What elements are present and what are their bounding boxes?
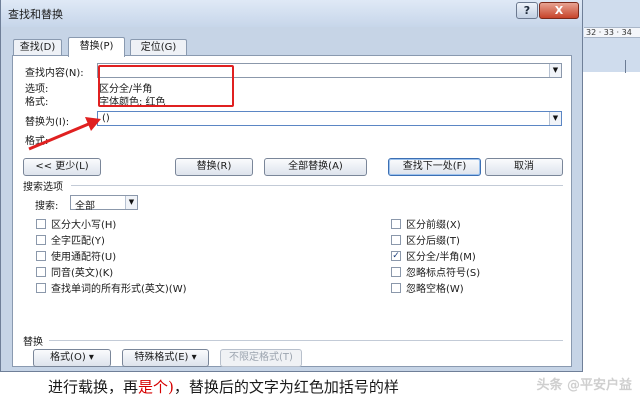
search-direction-select[interactable]: 全部 ▼ [70,195,138,212]
title-bar[interactable]: 查找和替换 ? X [1,0,582,27]
dialog-title: 查找和替换 [8,8,63,21]
checkbox[interactable] [391,266,401,277]
replace-all-button[interactable]: 全部替换(A) [264,158,367,176]
replace-with-combo[interactable]: () ▼ [97,111,562,126]
document-text-before: 进行载换，再 [48,378,139,396]
find-next-button[interactable]: 查找下一处(F) [388,158,481,176]
annotation-highlight-box [98,65,234,107]
checkbox-label: 区分前缀(X) [406,220,461,231]
ruler[interactable]: 32 · 33 · 34 [584,27,640,38]
tab-goto[interactable]: 定位(G) [130,39,187,56]
checkbox-sounds-like[interactable]: 同音(英文)(K) [36,264,113,279]
chevron-down-icon[interactable]: ▼ [549,64,561,77]
checkbox-checked[interactable]: ✓ [391,250,401,261]
replace-with-value: () [102,113,110,124]
checkbox-match-suffix[interactable]: 区分后缀(T) [391,232,460,247]
checkbox-ignore-whitespace[interactable]: 忽略空格(W) [391,280,464,295]
replace-panel: 查找内容(N): ▼ 选项: 区分全/半角 格式: 字体颜色: 红色 替换为(I… [12,55,572,367]
watermark: 头条 @平安户益 [536,378,632,393]
checkbox[interactable] [36,218,46,229]
format-button[interactable]: 格式(O) ▾ [33,349,111,367]
checkbox-match-case[interactable]: 区分大小写(H) [36,216,116,231]
help-button[interactable]: ? [516,2,538,19]
checkbox-label: 全字匹配(Y) [51,236,105,247]
find-replace-dialog: 查找和替换 ? X 查找(D) 替换(P) 定位(G) 查找内容(N): ▼ 选… [0,0,583,372]
search-direction-value: 全部 [75,201,95,212]
replace-section-title: 替换 [23,337,43,348]
checkbox-match-prefix[interactable]: 区分前缀(X) [391,216,461,231]
checkbox-all-word-forms[interactable]: 查找单词的所有形式(英文)(W) [36,280,187,295]
text-cursor [625,60,626,73]
checkbox-label: 查找单词的所有形式(英文)(W) [51,284,187,295]
chevron-down-icon[interactable]: ▼ [549,112,561,125]
tab-find[interactable]: 查找(D) [13,39,62,56]
checkbox[interactable] [36,234,46,245]
replace-format-label: 格式: [25,136,49,147]
checkbox[interactable] [391,234,401,245]
replace-with-label: 替换为(I): [25,117,70,128]
divider [71,185,563,186]
checkbox[interactable] [36,282,46,293]
checkbox[interactable] [391,218,401,229]
checkbox-label: 区分大小写(H) [51,220,117,231]
checkbox-ignore-punctuation[interactable]: 忽略标点符号(S) [391,264,480,279]
chevron-down-icon[interactable]: ▼ [125,196,137,209]
less-button[interactable]: << 更少(L) [23,158,101,176]
checkbox-label: 区分后缀(T) [406,236,460,247]
checkbox-label: 使用通配符(U) [51,252,117,263]
search-label: 搜索: [35,201,59,212]
divider [49,340,563,341]
checkbox-label: 同音(英文)(K) [51,268,114,279]
checkbox-label: 忽略标点符号(S) [406,268,481,279]
document-text-red: 是个) [138,378,174,396]
checkbox-match-width[interactable]: ✓ 区分全/半角(M) [391,248,476,263]
find-format-label: 格式: [25,97,49,108]
no-formatting-button[interactable]: 不限定格式(T) [220,349,302,367]
replace-button[interactable]: 替换(R) [175,158,253,176]
checkbox-whole-word[interactable]: 全字匹配(Y) [36,232,105,247]
checkbox-label: 忽略空格(W) [406,284,464,295]
special-button[interactable]: 特殊格式(E) ▾ [122,349,209,367]
checkbox[interactable] [36,250,46,261]
dialog-client: 查找(D) 替换(P) 定位(G) 查找内容(N): ▼ 选项: 区分全/半角 … [9,37,575,367]
checkbox-label: 区分全/半角(M) [406,252,476,263]
checkbox[interactable] [391,282,401,293]
checkbox[interactable] [36,266,46,277]
document-text-after: ，替换后的文字为红色加括号的样 [173,378,399,396]
close-button[interactable]: X [539,2,579,19]
find-what-label: 查找内容(N): [25,68,84,79]
search-options-title: 搜索选项 [23,182,63,193]
checkbox-wildcards[interactable]: 使用通配符(U) [36,248,116,263]
cancel-button[interactable]: 取消 [485,158,563,176]
tab-replace[interactable]: 替换(P) [68,37,125,57]
